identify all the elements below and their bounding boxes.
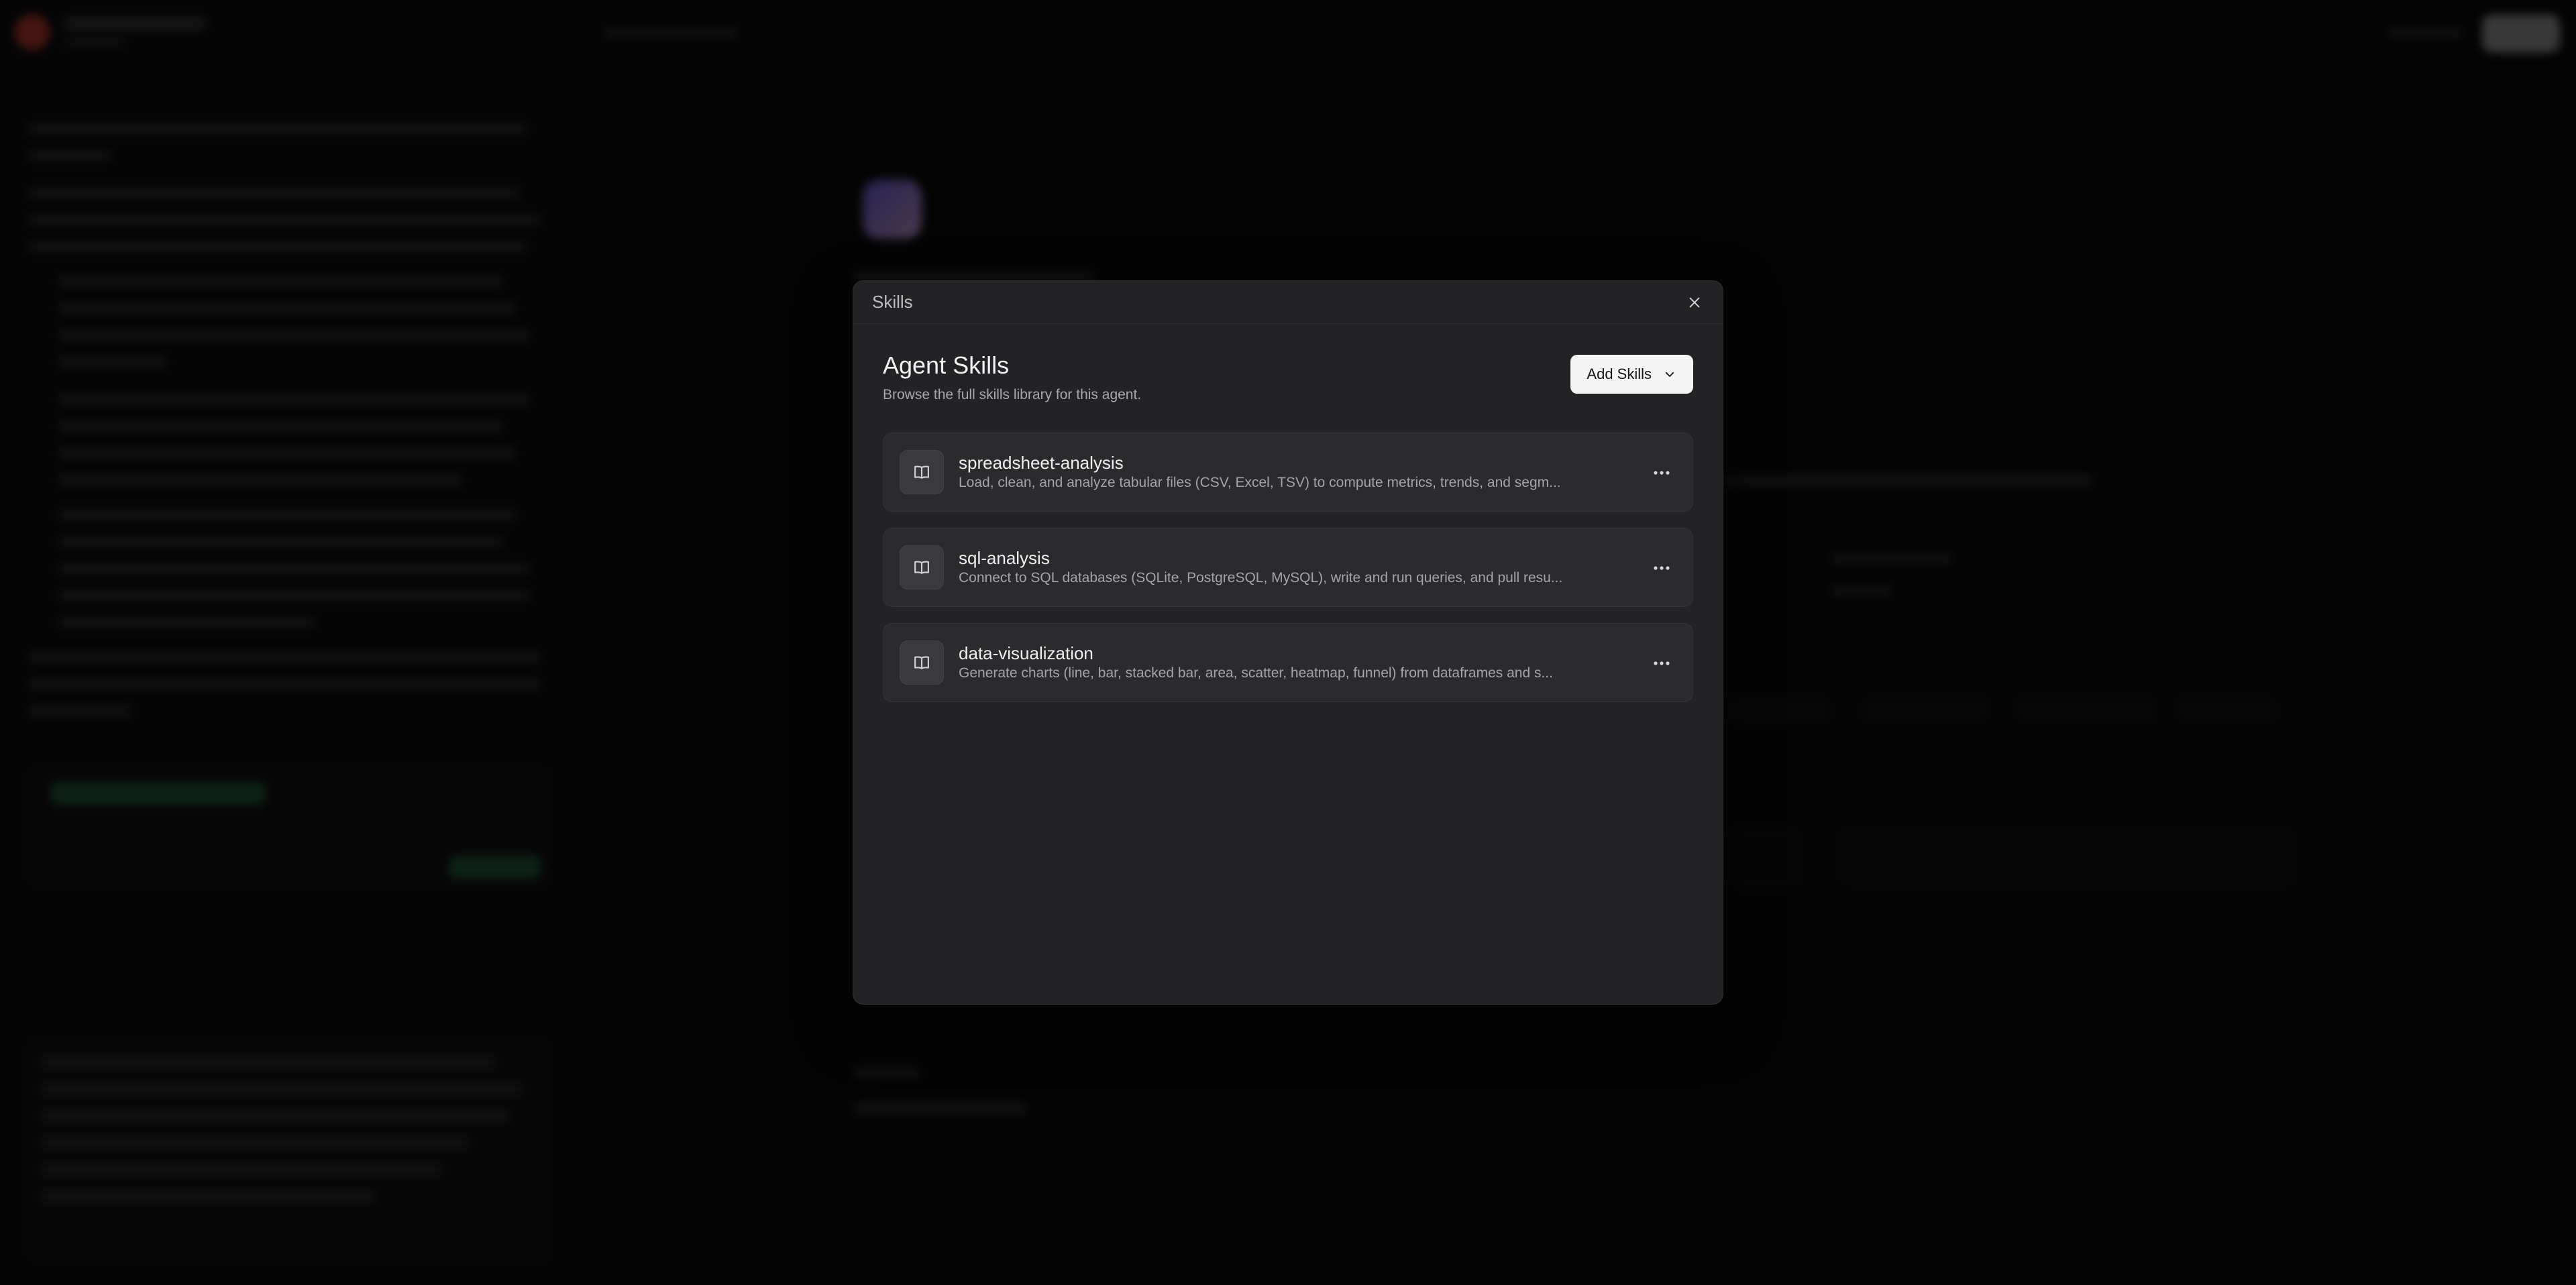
skills-dialog: Skills Agent Skills Browse the full skil…	[853, 280, 1723, 1005]
section-title: Agent Skills	[883, 351, 1010, 379]
skill-name: spreadsheet-analysis	[959, 453, 1124, 473]
skill-description: Load, clean, and analyze tabular files (…	[959, 475, 1561, 490]
book-open-icon	[900, 545, 944, 590]
skill-name: sql-analysis	[959, 548, 1050, 568]
section-heading-group: Agent Skills Browse the full skills libr…	[883, 351, 1141, 403]
section-subtitle: Browse the full skills library for this …	[883, 387, 1142, 402]
skill-card[interactable]: spreadsheet-analysis Load, clean, and an…	[883, 433, 1693, 512]
skill-text: sql-analysis Connect to SQL databases (S…	[959, 547, 1589, 588]
add-skills-label: Add Skills	[1587, 366, 1652, 382]
dialog-body: Agent Skills Browse the full skills libr…	[853, 324, 1723, 702]
skill-more-button[interactable]	[1651, 653, 1672, 674]
book-open-icon	[900, 450, 944, 494]
more-horizontal-icon	[1654, 661, 1670, 665]
more-horizontal-icon	[1654, 471, 1670, 475]
chevron-down-icon	[1665, 372, 1674, 377]
skill-text: data-visualization Generate charts (line…	[959, 642, 1589, 683]
skill-more-button[interactable]	[1651, 557, 1672, 579]
more-horizontal-icon	[1654, 566, 1670, 570]
dialog-title: Skills	[872, 292, 913, 312]
add-skills-button[interactable]: Add Skills	[1570, 355, 1693, 394]
skill-description: Generate charts (line, bar, stacked bar,…	[959, 665, 1553, 681]
close-icon	[1689, 297, 1700, 308]
skills-list: spreadsheet-analysis Load, clean, and an…	[883, 433, 1693, 702]
book-open-icon	[900, 640, 944, 685]
skill-text: spreadsheet-analysis Load, clean, and an…	[959, 452, 1589, 492]
skill-card[interactable]: sql-analysis Connect to SQL databases (S…	[883, 528, 1693, 607]
skill-card[interactable]: data-visualization Generate charts (line…	[883, 623, 1693, 702]
section-header: Agent Skills Browse the full skills libr…	[883, 351, 1693, 403]
skill-description: Connect to SQL databases (SQLite, Postgr…	[959, 570, 1563, 585]
skill-more-button[interactable]	[1651, 462, 1672, 484]
close-button[interactable]	[1684, 292, 1705, 313]
dialog-header: Skills	[853, 281, 1723, 324]
skill-name: data-visualization	[959, 643, 1093, 663]
